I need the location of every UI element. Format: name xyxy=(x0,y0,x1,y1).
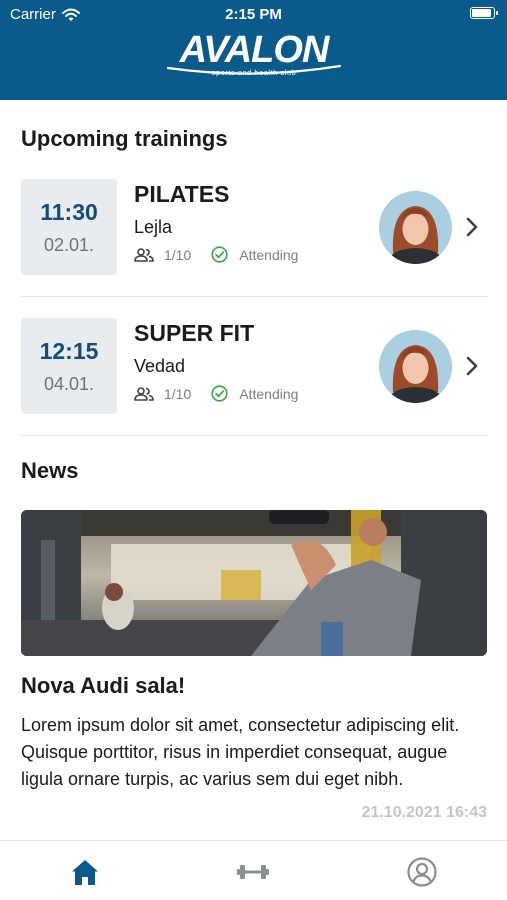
brand-logo: AVALON sports and health club xyxy=(158,28,350,84)
home-icon xyxy=(72,860,98,885)
tab-trainings[interactable] xyxy=(236,855,270,889)
training-status: Attending xyxy=(239,385,299,402)
news-section-title: News xyxy=(21,458,79,483)
training-meta: 1/10 Attending xyxy=(134,246,298,263)
news-article-body: Lorem ipsum dolor sit amet, consectetur … xyxy=(21,715,460,789)
training-time: 12:15 xyxy=(39,338,99,364)
status-bar: Carrier 2:15 PM xyxy=(0,0,507,30)
chevron-right-icon[interactable] xyxy=(465,356,479,376)
training-name: PILATES xyxy=(134,181,230,207)
divider xyxy=(21,296,487,297)
logo-tagline: sports and health club xyxy=(211,68,297,77)
training-date-box: 11:30 02.01. xyxy=(21,179,117,275)
training-card[interactable]: 12:15 04.01. SUPER FIT Vedad 1/10 Attend… xyxy=(0,318,507,436)
divider xyxy=(21,435,487,436)
training-card[interactable]: 11:30 02.01. PILATES Lejla 1/10 Attendin… xyxy=(0,179,507,297)
battery-icon xyxy=(470,7,498,19)
training-date: 02.01. xyxy=(43,235,95,255)
tab-home[interactable] xyxy=(68,855,102,889)
status-time: 2:15 PM xyxy=(225,6,282,23)
participants-icon xyxy=(134,386,154,401)
dumbbell-icon xyxy=(237,865,269,879)
battery-fill xyxy=(472,9,491,17)
training-trainer: Lejla xyxy=(134,217,173,237)
chevron-right-icon[interactable] xyxy=(465,217,479,237)
training-capacity: 1/10 xyxy=(164,385,192,402)
training-date-box: 12:15 04.01. xyxy=(21,318,117,414)
training-time: 11:30 xyxy=(40,199,98,225)
upcoming-trainings-title: Upcoming trainings xyxy=(21,126,228,151)
check-circle-icon xyxy=(211,385,228,402)
news-image[interactable] xyxy=(21,510,487,656)
news-article-title[interactable]: Nova Audi sala! xyxy=(21,673,185,699)
training-name: SUPER FIT xyxy=(134,320,255,346)
participants-icon xyxy=(134,247,154,262)
training-capacity: 1/10 xyxy=(164,246,192,263)
tab-bar xyxy=(0,840,507,900)
trainer-avatar xyxy=(379,191,452,264)
trainer-avatar xyxy=(379,330,452,403)
training-status: Attending xyxy=(239,246,299,263)
training-date: 04.01. xyxy=(43,374,95,394)
training-meta: 1/10 Attending xyxy=(134,385,298,402)
tab-profile[interactable] xyxy=(405,855,439,889)
check-circle-icon xyxy=(211,246,228,263)
app-header: Carrier 2:15 PM AVALON sports and health… xyxy=(0,0,507,100)
training-trainer: Vedad xyxy=(134,356,186,376)
profile-icon xyxy=(407,857,437,887)
news-article-date: 21.10.2021 16:43 xyxy=(361,804,487,821)
